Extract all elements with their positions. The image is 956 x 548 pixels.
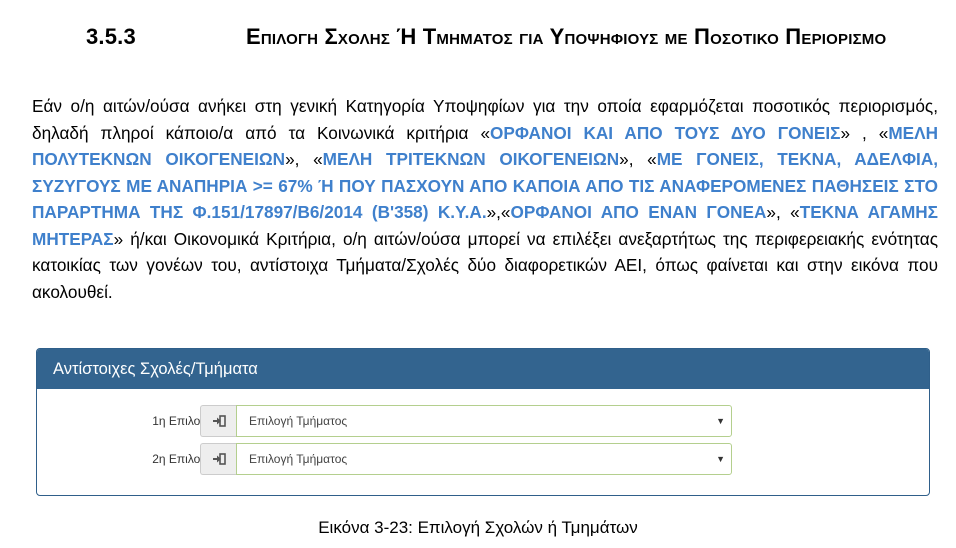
choice-label: 2η Επιλογή [152,452,213,466]
choice-label: 1η Επιλογή [152,414,213,428]
para-text: », « [766,202,800,222]
criterion-orphans-both: ΟΡΦΑΝΟΙ ΚΑΙ ΑΠΟ ΤΟΥΣ ΔΥΟ ΓΟΝΕΙΣ [490,122,841,143]
choice-row-1: 1η Επιλογή Επιλογή Τμήματος ▼ [37,405,929,437]
chevron-down-icon: ▼ [716,454,725,464]
choice-row-2: 2η Επιλογή Επιλογή Τμήματος ▼ [37,443,929,475]
panel-title: Αντίστοιχες Σχολές/Τμήματα [37,349,929,389]
select-value: Επιλογή Τμήματος [249,414,348,428]
criterion-orphans-one: ΟΡΦΑΝΟΙ ΑΠΟ ΕΝΑΝ ΓΟΝΕΑ [510,202,767,222]
figure-caption: Εικόνα 3-23: Επιλογή Σχολών ή Τμημάτων [318,518,638,537]
department-select-1[interactable]: Επιλογή Τμήματος ▼ [236,405,732,437]
para-text: », « [619,149,657,169]
body-paragraph: Εάν ο/η αιτών/ούσα ανήκει στη γενική Κατ… [32,93,938,305]
para-text: », « [285,149,323,169]
sign-in-icon [200,443,237,475]
department-select-2[interactable]: Επιλογή Τμήματος ▼ [236,443,732,475]
section-title: Επιλογη Σχολης Ή Τμηματος για Υποψηφιους… [246,24,887,49]
sign-in-icon [200,405,237,437]
criterion-three-child-families: ΜΕΛΗ ΤΡΙΤΕΚΝΩΝ ΟΙΚΟΓΕΝΕΙΩΝ [322,149,620,169]
para-text: » , « [840,122,889,143]
section-number: 3.5.3 [86,24,136,49]
para-text: »,« [486,202,511,222]
select-value: Επιλογή Τμήματος [249,452,348,466]
para-text: » ή/και Οικονομικά Κριτήρια, ο/η αιτών/ο… [32,228,938,302]
chevron-down-icon: ▼ [716,416,725,426]
departments-panel: Αντίστοιχες Σχολές/Τμήματα 1η Επιλογή Επ… [36,348,930,496]
